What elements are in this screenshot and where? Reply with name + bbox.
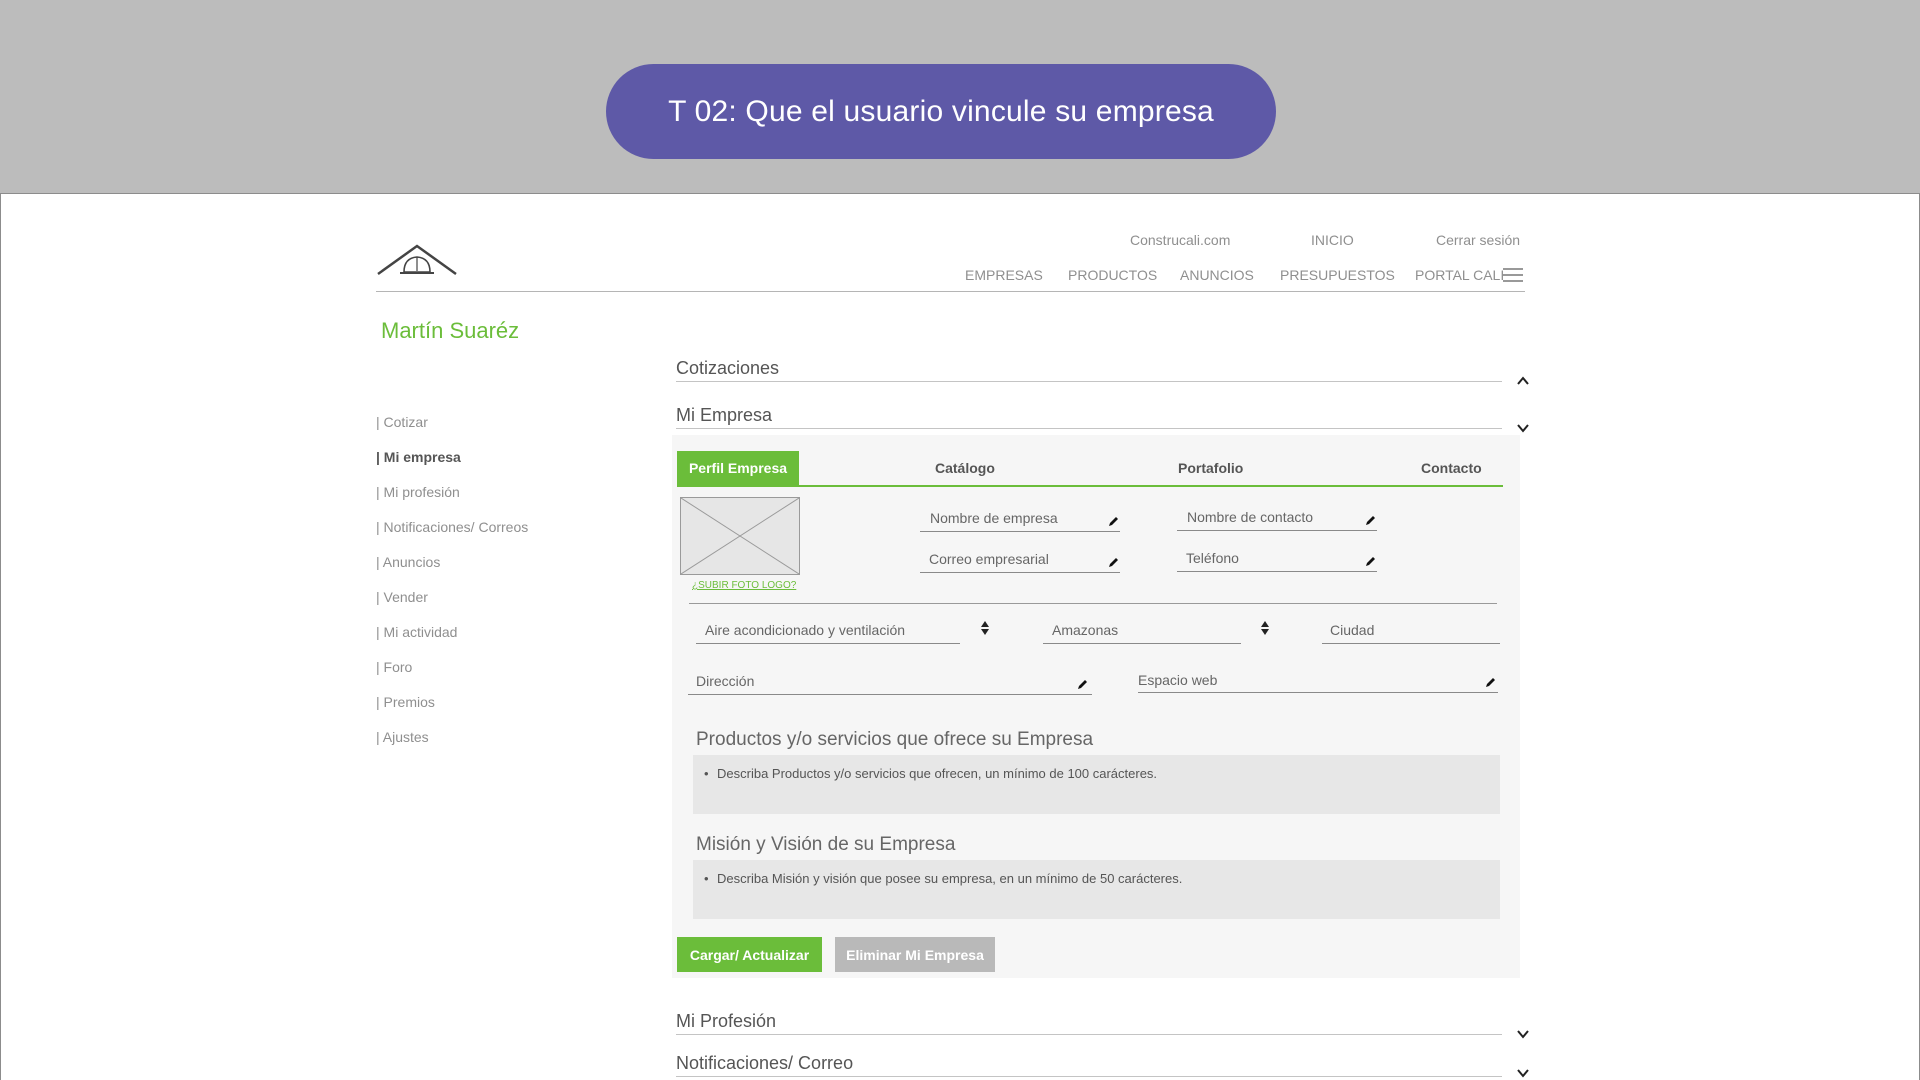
logout-link[interactable]: Cerrar sesión [1436, 232, 1520, 248]
mission-textarea[interactable] [693, 860, 1500, 919]
logo-placeholder-image[interactable] [680, 497, 800, 575]
section-divider [676, 428, 1502, 429]
sidebar-item-mi-profesion[interactable]: | Mi profesión [376, 484, 460, 500]
section-mi-empresa-title[interactable]: Mi Empresa [676, 405, 772, 426]
section-mi-profesion-title[interactable]: Mi Profesión [676, 1011, 776, 1032]
mission-bullet: • [704, 871, 709, 886]
field-underline [920, 572, 1120, 573]
phone-field[interactable]: Teléfono [1186, 550, 1239, 566]
category-select[interactable]: Aire acondicionado y ventilación [705, 622, 905, 638]
mission-title: Misión y Visión de su Empresa [696, 834, 956, 855]
sidebar-item-vender[interactable]: | Vender [376, 589, 428, 605]
mission-placeholder: Describa Misión y visión que posee su em… [717, 871, 1183, 886]
logo-icon[interactable] [376, 242, 458, 276]
sidebar-item-mi-actividad[interactable]: | Mi actividad [376, 624, 457, 640]
sort-arrows-icon[interactable] [1260, 620, 1270, 636]
nav-productos[interactable]: PRODUCTOS [1068, 267, 1157, 283]
sidebar-item-foro[interactable]: | Foro [376, 659, 412, 675]
nav-presupuestos[interactable]: PRESUPUESTOS [1280, 267, 1395, 283]
chevron-down-icon[interactable] [1516, 1066, 1530, 1080]
nav-portal-cali[interactable]: PORTAL CALI [1415, 267, 1504, 283]
section-divider [676, 1076, 1502, 1077]
header-divider [376, 291, 1525, 292]
pencil-icon[interactable] [1077, 678, 1089, 690]
products-placeholder: Describa Productos y/o servicios que ofr… [717, 766, 1158, 781]
sort-arrows-icon[interactable] [980, 620, 990, 636]
pencil-icon[interactable] [1108, 515, 1120, 527]
pencil-icon[interactable] [1108, 556, 1120, 568]
site-link[interactable]: Construcali.com [1130, 232, 1230, 248]
tab-portafolio[interactable]: Portafolio [1178, 460, 1243, 476]
form-divider [689, 603, 1497, 604]
section-cotizaciones-title[interactable]: Cotizaciones [676, 358, 779, 379]
menu-icon[interactable] [1503, 268, 1523, 282]
address-field[interactable]: Dirección [696, 673, 754, 689]
sidebar-item-notificaciones[interactable]: | Notificaciones/ Correos [376, 519, 528, 535]
field-underline [1177, 530, 1377, 531]
task-banner: T 02: Que el usuario vincule su empresa [606, 64, 1276, 159]
pencil-icon[interactable] [1365, 514, 1377, 526]
field-underline [696, 643, 960, 644]
department-select[interactable]: Amazonas [1052, 622, 1118, 638]
upload-logo-link[interactable]: ¿SUBIR FOTO LOGO? [692, 580, 796, 591]
pencil-icon[interactable] [1485, 676, 1497, 688]
tab-perfil-empresa[interactable]: Perfil Empresa [677, 451, 799, 485]
sidebar-item-premios[interactable]: | Premios [376, 694, 435, 710]
chevron-up-icon[interactable] [1516, 374, 1530, 388]
company-email-field[interactable]: Correo empresarial [929, 551, 1049, 567]
user-name: Martín Suaréz [381, 318, 520, 343]
nav-empresas[interactable]: EMPRESAS [965, 267, 1043, 283]
nav-anuncios[interactable]: ANUNCIOS [1180, 267, 1254, 283]
website-field[interactable]: Espacio web [1138, 672, 1217, 688]
field-underline [920, 531, 1120, 532]
section-notificaciones-title[interactable]: Notificaciones/ Correo [676, 1053, 853, 1074]
contact-name-field[interactable]: Nombre de contacto [1187, 509, 1313, 525]
save-button[interactable]: Cargar/ Actualizar [677, 937, 822, 972]
delete-company-button[interactable]: Eliminar Mi Empresa [835, 937, 995, 972]
section-divider [676, 1034, 1502, 1035]
products-textarea[interactable] [693, 755, 1500, 814]
field-underline [1177, 571, 1377, 572]
chevron-down-icon[interactable] [1516, 421, 1530, 435]
products-title: Productos y/o servicios que ofrece su Em… [696, 729, 1094, 750]
home-link[interactable]: INICIO [1311, 232, 1354, 248]
field-underline [688, 694, 1092, 695]
pencil-icon[interactable] [1365, 555, 1377, 567]
city-field[interactable]: Ciudad [1330, 622, 1374, 638]
chevron-down-icon[interactable] [1516, 1027, 1530, 1041]
sidebar-item-ajustes[interactable]: | Ajustes [376, 729, 429, 745]
products-bullet: • [704, 766, 709, 781]
tab-underline [677, 485, 1503, 487]
sidebar-item-mi-empresa[interactable]: | Mi empresa [376, 449, 461, 465]
field-underline [1322, 643, 1500, 644]
sidebar-item-anuncios[interactable]: | Anuncios [376, 554, 440, 570]
section-divider [676, 381, 1502, 382]
tab-catalogo[interactable]: Catálogo [935, 460, 995, 476]
tab-contacto[interactable]: Contacto [1421, 460, 1482, 476]
field-underline [1138, 692, 1498, 693]
field-underline [1043, 643, 1241, 644]
sidebar-item-cotizar[interactable]: | Cotizar [376, 414, 428, 430]
company-name-field[interactable]: Nombre de empresa [930, 510, 1058, 526]
